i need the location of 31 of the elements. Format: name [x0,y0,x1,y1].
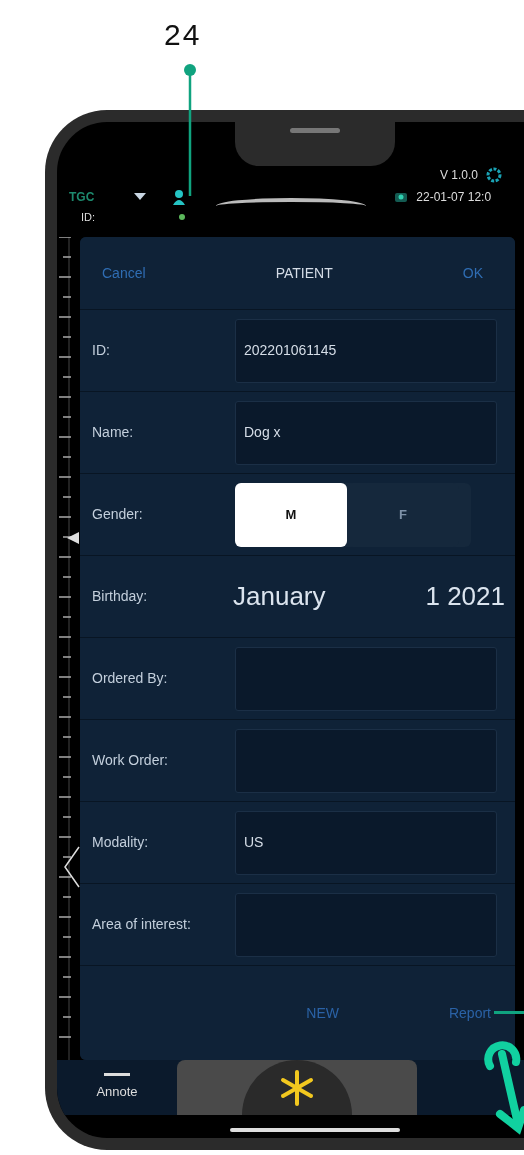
field-label: Modality: [91,833,150,852]
field-label: Gender: [91,505,144,524]
patient-icon[interactable] [172,189,187,205]
input-field[interactable] [235,646,497,711]
dropdown-triangle-icon[interactable] [134,193,147,201]
settings-icon[interactable] [486,167,503,183]
snowflake-icon [279,1069,315,1106]
probe-icon [394,190,409,204]
input-field[interactable]: Dog x [235,400,497,465]
field-label: Area of interest: [91,915,192,934]
field-label: Work Order: [91,751,169,770]
input-field[interactable]: US [235,810,497,875]
callout-number: 24 [164,17,202,53]
day-year-picker[interactable]: 1 2021 [425,577,505,616]
input-field[interactable] [235,728,497,793]
field-label: ID: [91,341,111,360]
gender-option[interactable]: M [235,482,347,547]
dialog-title: PATIENT [275,263,333,283]
date-time: 22-01-07 12:0 [416,189,492,206]
toolbar-label: Annote [96,1083,138,1102]
input-field[interactable]: 202201061145 [235,318,497,383]
annotate-icon[interactable] [104,1073,130,1077]
id-label: ID: [81,209,96,225]
input-field[interactable] [235,892,497,957]
field-label: Name: [91,423,135,442]
version-label: V 1.0.0 [440,167,479,184]
report-leader-line [494,1011,524,1014]
month-picker[interactable]: January [233,577,326,616]
field-label: Ordered By: [91,669,169,688]
tgc-button[interactable]: TGC [69,188,95,206]
field-label: Birthday: [91,587,149,606]
